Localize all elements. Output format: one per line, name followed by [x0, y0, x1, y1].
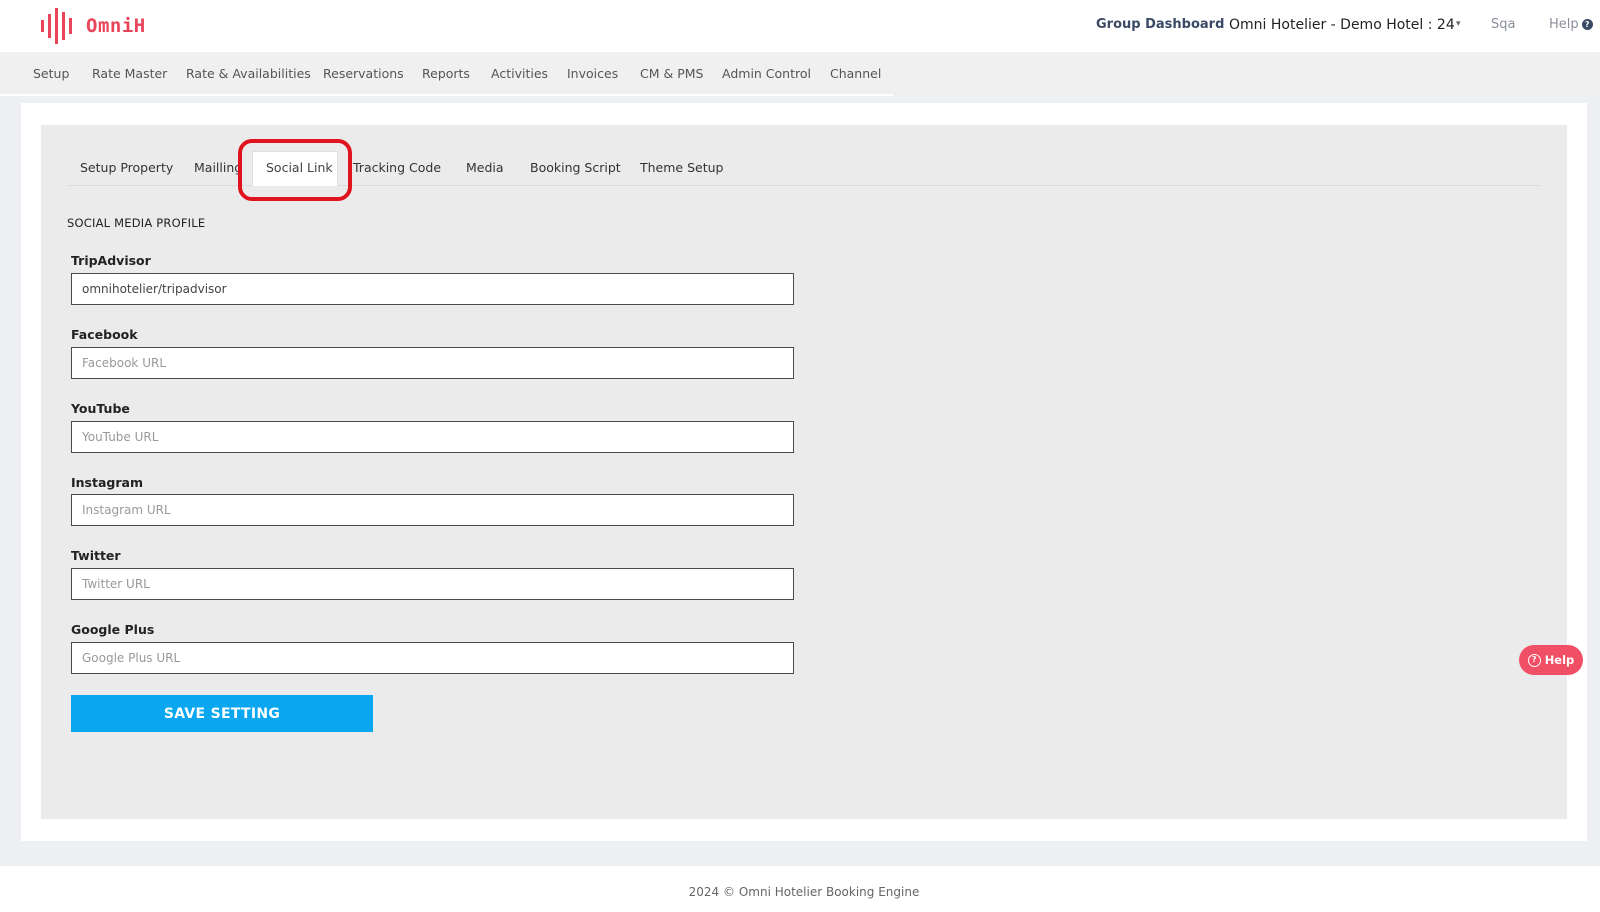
tab-tracking-code[interactable]: Tracking Code [353, 160, 441, 175]
nav-item-invoices[interactable]: Invoices [567, 66, 618, 81]
nav-item-setup[interactable]: Setup [33, 66, 69, 81]
twitter-label: Twitter [71, 548, 121, 563]
nav-item-reports[interactable]: Reports [422, 66, 470, 81]
top-header: OmniH Group Dashboard Omni Hotelier - De… [0, 0, 1600, 52]
user-menu[interactable]: Sqa [1491, 17, 1515, 32]
chevron-down-icon[interactable]: ▾ [1456, 19, 1461, 29]
tripadvisor-input[interactable] [71, 273, 794, 305]
logo-bars-icon [41, 8, 72, 44]
tab-social-link-label: Social Link [266, 160, 333, 175]
youtube-label: YouTube [71, 401, 130, 416]
nav-item-rate-master[interactable]: Rate Master [92, 66, 167, 81]
nav-item-admin-control[interactable]: Admin Control [722, 66, 811, 81]
nav-item-reservations[interactable]: Reservations [323, 66, 404, 81]
google-plus-label: Google Plus [71, 622, 155, 637]
nav-item-activities[interactable]: Activities [491, 66, 548, 81]
tab-setup-property[interactable]: Setup Property [80, 160, 173, 175]
twitter-input[interactable] [71, 568, 794, 600]
tab-theme-setup[interactable]: Theme Setup [640, 160, 723, 175]
facebook-label: Facebook [71, 327, 138, 342]
save-setting-button[interactable]: SAVE SETTING [71, 695, 373, 732]
nav-item-channel[interactable]: Channel [830, 66, 881, 81]
help-link-label: Help [1549, 17, 1579, 32]
tab-booking-script[interactable]: Booking Script [530, 160, 621, 175]
nav-item-rate-availabilities[interactable]: Rate & Availabilities [186, 66, 311, 81]
google-plus-input[interactable] [71, 642, 794, 674]
nav-underline [0, 94, 893, 96]
footer-copyright: 2024 © Omni Hotelier Booking Engine [688, 885, 920, 899]
help-widget-label: Help [1544, 653, 1575, 667]
help-widget-button[interactable]: ? Help [1519, 645, 1583, 675]
nav-item-cm-pms[interactable]: CM & PMS [640, 66, 703, 81]
question-icon: ? [1581, 19, 1593, 30]
help-link[interactable]: Help ? [1549, 17, 1593, 32]
youtube-input[interactable] [71, 421, 794, 453]
tab-media[interactable]: Media [466, 160, 504, 175]
brand-name: OmniH [86, 15, 146, 37]
help-circle-icon: ? [1527, 653, 1541, 667]
instagram-input[interactable] [71, 494, 794, 526]
facebook-input[interactable] [71, 347, 794, 379]
tab-mailling[interactable]: Mailling [194, 160, 242, 175]
hotel-selector[interactable]: Omni Hotelier - Demo Hotel : 24 [1229, 17, 1455, 33]
main-nav: Setup Rate Master Rate & Availabilities … [0, 52, 1600, 96]
instagram-label: Instagram [71, 475, 143, 490]
tripadvisor-label: TripAdvisor [71, 253, 151, 268]
group-dashboard-link[interactable]: Group Dashboard [1096, 17, 1224, 32]
section-title: SOCIAL MEDIA PROFILE [67, 216, 206, 230]
brand-logo[interactable]: OmniH [40, 6, 146, 46]
